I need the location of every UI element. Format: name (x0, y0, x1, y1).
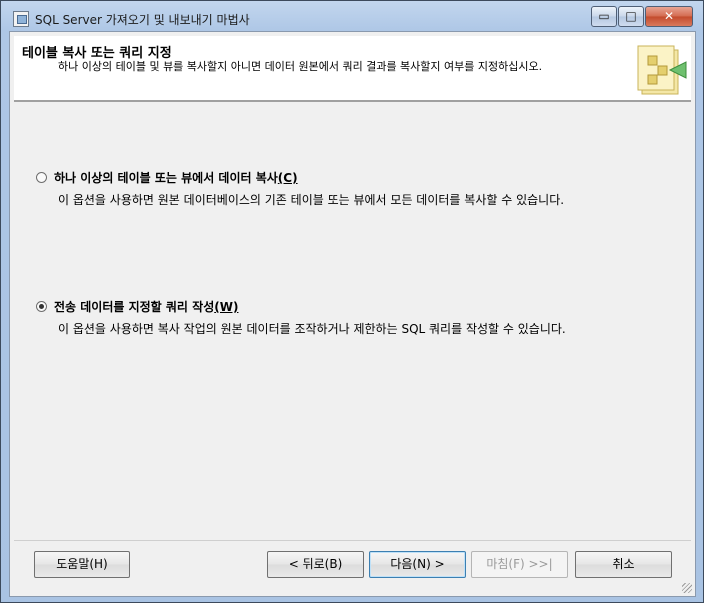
finish-button[interactable]: 마침(F) >>| (471, 551, 568, 578)
write-query-description: 이 옵션을 사용하면 복사 작업의 원본 데이터를 조작하거나 제한하는 SQL… (58, 322, 566, 336)
page-subtitle: 하나 이상의 테이블 및 뷰를 복사할지 아니면 데이터 원본에서 쿼리 결과를… (58, 60, 543, 73)
close-button[interactable]: ✕ (645, 6, 693, 27)
resize-grip[interactable] (682, 583, 692, 593)
help-button[interactable]: 도움말(H) (34, 551, 130, 578)
wizard-window: SQL Server 가져오기 및 내보내기 마법사 ▭ □ ✕ 테이블 복사 … (0, 0, 704, 603)
wizard-header: 테이블 복사 또는 쿼리 지정 하나 이상의 테이블 및 뷰를 복사할지 아니면… (14, 36, 691, 102)
back-button[interactable]: < 뒤로(B) (267, 551, 364, 578)
wizard-app-icon (13, 11, 29, 27)
cancel-button[interactable]: 취소 (575, 551, 672, 578)
write-query-label: 전송 데이터를 지정할 쿼리 작성 (54, 300, 215, 314)
options-panel: 하나 이상의 테이블 또는 뷰에서 데이터 복사(C) 이 옵션을 사용하면 원… (14, 104, 691, 534)
copy-tables-description: 이 옵션을 사용하면 원본 데이터베이스의 기존 테이블 또는 뷰에서 모든 데… (58, 193, 565, 207)
copy-tables-label: 하나 이상의 테이블 또는 뷰에서 데이터 복사 (54, 171, 278, 185)
title-bar[interactable]: SQL Server 가져오기 및 내보내기 마법사 ▭ □ ✕ (1, 1, 703, 35)
write-query-mnemonic: (W) (214, 300, 239, 314)
wizard-client-area: 테이블 복사 또는 쿼리 지정 하나 이상의 테이블 및 뷰를 복사할지 아니면… (9, 31, 696, 597)
write-query-option[interactable]: 전송 데이터를 지정할 쿼리 작성(W) (54, 298, 238, 315)
copy-tables-radio[interactable] (36, 172, 47, 183)
maximize-button[interactable]: □ (618, 6, 644, 27)
write-query-radio[interactable] (36, 301, 47, 312)
page-title: 테이블 복사 또는 쿼리 지정 (22, 46, 172, 61)
copy-tables-option[interactable]: 하나 이상의 테이블 또는 뷰에서 데이터 복사(C) (54, 169, 298, 186)
window-title: SQL Server 가져오기 및 내보내기 마법사 (35, 13, 250, 27)
copy-tables-mnemonic: (C) (277, 171, 298, 185)
footer-divider (14, 540, 691, 541)
next-button[interactable]: 다음(N) > (369, 551, 466, 578)
minimize-button[interactable]: ▭ (591, 6, 617, 27)
data-transfer-folder-icon (637, 45, 687, 95)
